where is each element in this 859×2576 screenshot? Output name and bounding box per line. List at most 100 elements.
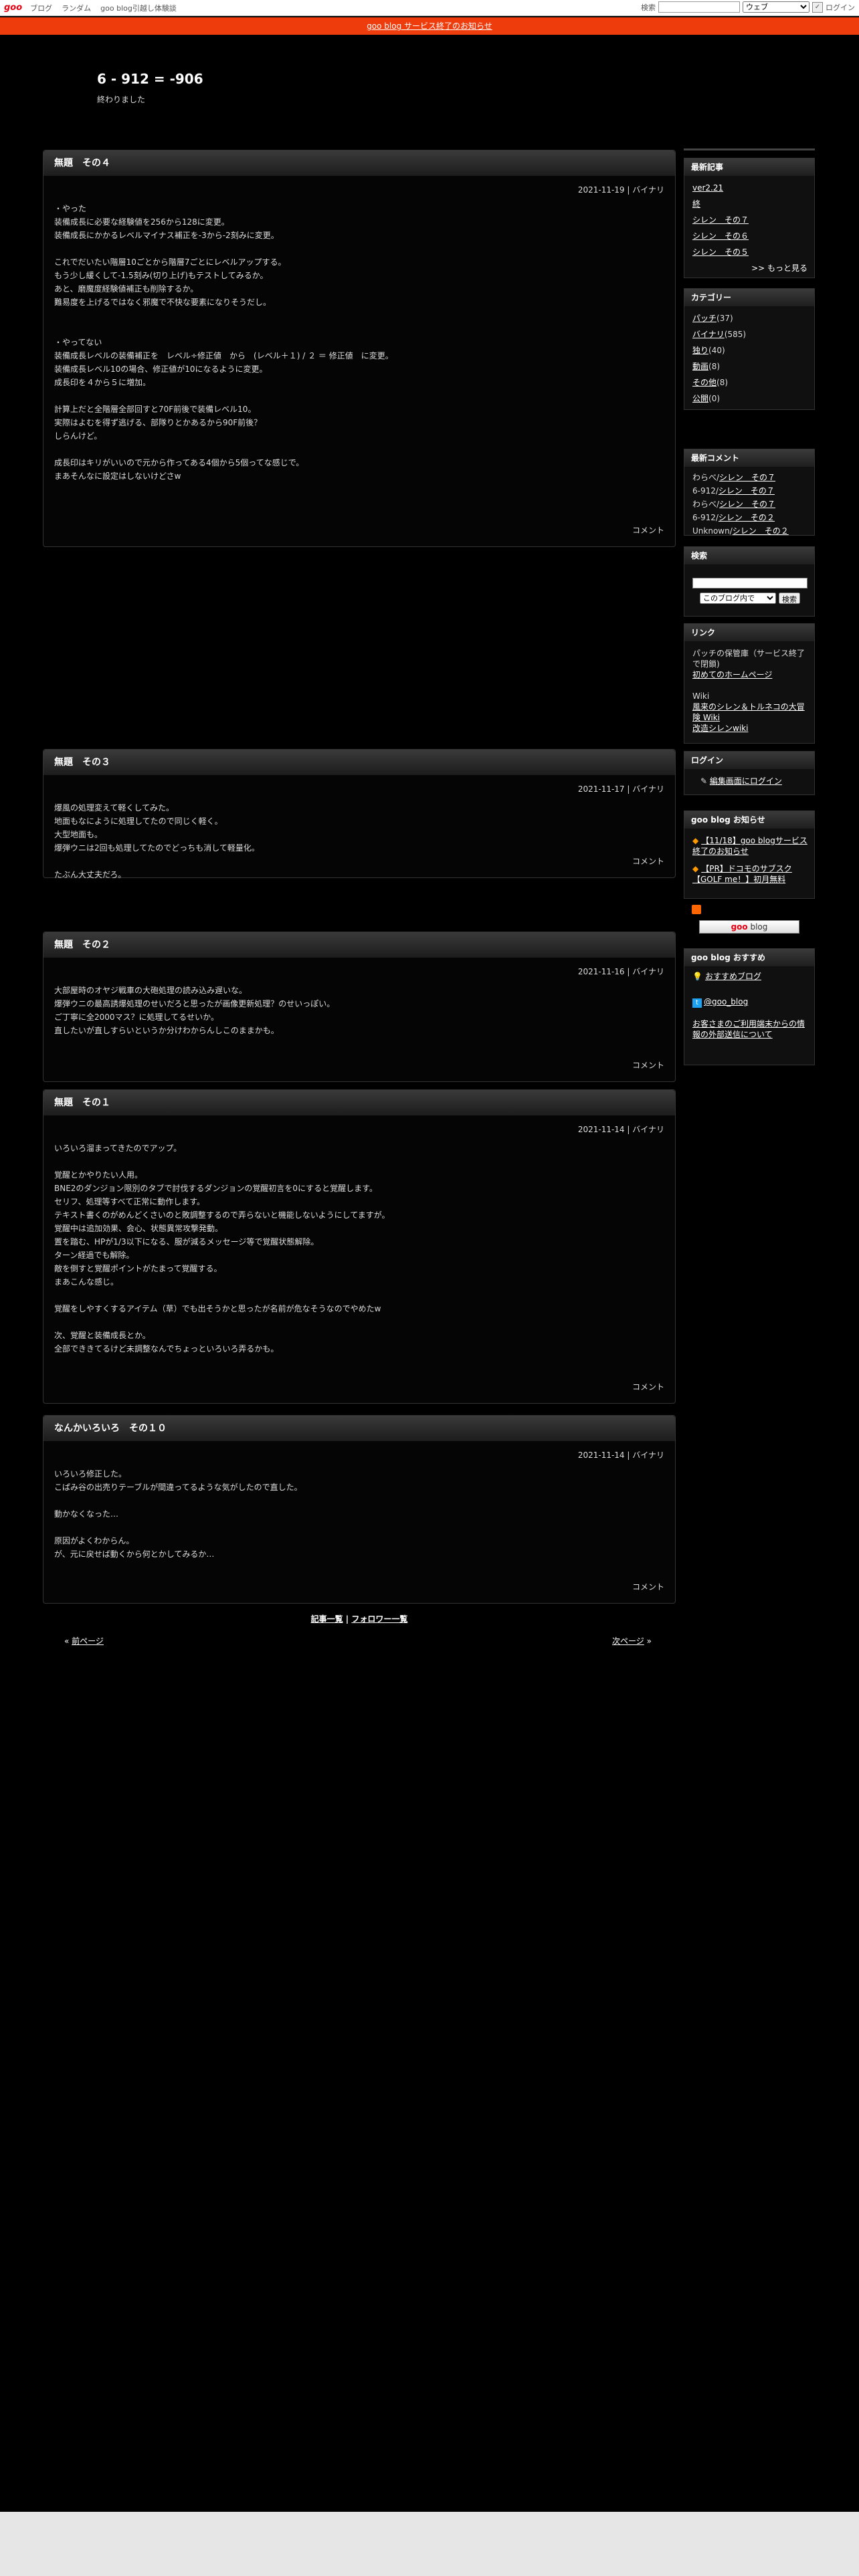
lightbulb-icon: 💡 — [692, 972, 702, 981]
toplink-migration[interactable]: goo blog引越し体験談 — [100, 3, 177, 13]
entry-comment-link[interactable]: コメント — [632, 1059, 664, 1071]
kaizou-wiki-link[interactable]: 改造シレンwiki — [692, 723, 807, 734]
footer-bar — [0, 2512, 859, 2576]
category-item: パッチ(37) — [692, 310, 807, 326]
top-login-link[interactable]: ログイン — [826, 2, 855, 13]
category-count: (8) — [708, 362, 721, 371]
recent-post-link[interactable]: シレン その７ — [692, 212, 807, 228]
homepage-link[interactable]: 初めてのホームページ — [692, 669, 807, 680]
recent-post-link[interactable]: 終 — [692, 196, 807, 212]
rss-icon[interactable] — [692, 905, 701, 914]
entry-list-links: 記事一覧 | フォロワー一覧 — [0, 1613, 719, 1624]
category-link[interactable]: パッチ — [692, 314, 717, 323]
notice-item: ◆ 【11/18】goo blogサービス終了のお知らせ — [692, 835, 807, 857]
twitter-link[interactable]: @goo_blog — [704, 997, 748, 1006]
entry-comment-link[interactable]: コメント — [632, 1581, 664, 1592]
external-transmission-link[interactable]: お客さまのご利用端末からの情報の外部送信について — [692, 1018, 807, 1040]
twitter-item: t @goo_blog — [692, 996, 807, 1008]
entry-title[interactable]: 無題 その１ — [43, 1090, 675, 1115]
category-count: (8) — [717, 378, 729, 387]
category-link[interactable]: バイナリ — [692, 330, 725, 339]
link-description: パッチの保管庫（サービス終了で閉鎖) — [692, 649, 805, 669]
service-end-notice-link[interactable]: goo blog サービス終了のお知らせ — [367, 21, 492, 31]
category-item: バイナリ(585) — [692, 326, 807, 342]
sidebar-heading: ログイン — [684, 752, 814, 769]
entry-title[interactable]: なんかいろいろ その１０ — [43, 1416, 675, 1441]
comment-author: 6-912/ — [692, 513, 719, 522]
pencil-icon: ✎ — [700, 776, 708, 786]
top-search-input[interactable] — [658, 1, 740, 13]
category-item: 公開(0) — [692, 391, 807, 407]
category-link[interactable]: 公開 — [692, 394, 708, 403]
comment-post-link[interactable]: シレン その７ — [719, 486, 775, 496]
category-link[interactable]: 独り — [692, 346, 708, 355]
notice-link[interactable]: 【11/18】goo blogサービス終了のお知らせ — [692, 836, 807, 856]
prev-page-link[interactable]: 前ページ — [72, 1636, 104, 1646]
sidebar-heading: 最新記事 — [684, 158, 814, 176]
blog-search-input[interactable] — [692, 578, 807, 588]
blog-search-button[interactable]: 検索 — [779, 593, 800, 604]
prev-mark: « — [64, 1636, 70, 1646]
goo-blog-button-label: blog — [750, 922, 768, 932]
entry-title[interactable]: 無題 その４ — [43, 150, 675, 176]
blog-description: 終わりました — [97, 95, 146, 104]
goo-blog-button[interactable]: goo blog — [699, 920, 799, 934]
comment-item: わらべ/シレン その７ — [692, 498, 807, 511]
service-end-notice-bar: goo blog サービス終了のお知らせ — [0, 17, 859, 35]
sidebar-rss: goo blog — [684, 901, 815, 941]
sidebar-heading: カテゴリー — [684, 289, 814, 306]
recent-post-link[interactable]: ver2.21 — [692, 180, 807, 196]
entry-comment-link[interactable]: コメント — [632, 524, 664, 536]
recent-post-link[interactable]: シレン その６ — [692, 228, 807, 244]
sidebar-recent-comments: 最新コメント わらべ/シレン その７ 6-912/シレン その７ わらべ/シレン… — [684, 449, 815, 536]
top-search-area: 検索 ウェブ ✓ ログイン — [641, 1, 855, 13]
category-count: (40) — [708, 346, 725, 355]
entry-comment-link[interactable]: コメント — [632, 855, 664, 867]
entry-title[interactable]: 無題 その３ — [43, 750, 675, 775]
sidebar-heading: 最新コメント — [684, 449, 814, 467]
entry-links-separator: | — [345, 1614, 349, 1624]
wiki-link[interactable]: 風来のシレン＆トルネコの大冒険 Wiki — [692, 702, 807, 723]
comment-post-link[interactable]: シレン その２ — [719, 513, 775, 522]
entry-list-link[interactable]: 記事一覧 — [311, 1614, 343, 1624]
category-item: 動画(8) — [692, 358, 807, 374]
sidebar-goo-notice: goo blog お知らせ ◆ 【11/18】goo blogサービス終了のお知ら… — [684, 811, 815, 899]
toplink-random[interactable]: ランダム — [62, 3, 91, 13]
sidebar-search: 検索 このブログ内で 検索 — [684, 546, 815, 617]
bullet-icon: ◆ — [692, 864, 699, 873]
entry-comment-link[interactable]: コメント — [632, 1381, 664, 1392]
comment-author: わらべ/ — [692, 500, 720, 509]
login-icon[interactable]: ✓ — [812, 1, 823, 13]
entry-meta: 2021-11-14 | バイナリ — [577, 1125, 664, 1134]
blog-search-scope[interactable]: このブログ内で — [700, 593, 776, 604]
comment-post-link[interactable]: シレン その２ — [733, 526, 789, 536]
entry: なんかいろいろ その１０ 2021-11-14 | バイナリ いろいろ修正した。… — [43, 1415, 676, 1604]
pager-prev: « 前ページ — [64, 1635, 104, 1646]
comment-author: 6-912/ — [692, 486, 719, 496]
comment-post-link[interactable]: シレン その７ — [719, 473, 775, 482]
next-mark: » — [646, 1636, 652, 1646]
blog-title[interactable]: 6 - 912 = -906 — [97, 71, 203, 87]
comment-post-link[interactable]: シレン その７ — [719, 500, 775, 509]
toplink-blog[interactable]: ブログ — [30, 3, 52, 13]
header-divider — [684, 148, 815, 150]
category-link[interactable]: 動画 — [692, 362, 708, 371]
edit-login-link[interactable]: 編集画面にログイン — [710, 776, 782, 786]
bullet-icon: ◆ — [692, 836, 699, 845]
next-page-link[interactable]: 次ページ — [612, 1636, 644, 1646]
entry-meta: 2021-11-14 | バイナリ — [577, 1451, 664, 1460]
entry: 無題 その１ 2021-11-14 | バイナリ いろいろ溜まってきたのでアップ… — [43, 1089, 676, 1404]
top-search-select[interactable]: ウェブ — [743, 1, 809, 13]
goo-top-bar: goo ブログ ランダム goo blog引越し体験談 検索 ウェブ ✓ ログイ… — [0, 0, 859, 16]
sidebar-heading: 検索 — [684, 547, 814, 564]
category-link[interactable]: その他 — [692, 378, 717, 387]
entry-title[interactable]: 無題 その２ — [43, 932, 675, 958]
twitter-icon: t — [692, 998, 702, 1008]
notice-link[interactable]: 【PR】ドコモのサブスク【GOLF me！】初月無料 — [692, 864, 792, 884]
follower-list-link[interactable]: フォロワー一覧 — [351, 1614, 407, 1624]
entry-meta: 2021-11-19 | バイナリ — [577, 185, 664, 195]
goo-logo[interactable]: goo — [4, 3, 22, 13]
recent-post-link[interactable]: シレン その５ — [692, 244, 807, 260]
more-posts-link[interactable]: >> もっと見る — [692, 260, 807, 276]
recommend-blog-link[interactable]: おすすめブログ — [705, 972, 761, 981]
